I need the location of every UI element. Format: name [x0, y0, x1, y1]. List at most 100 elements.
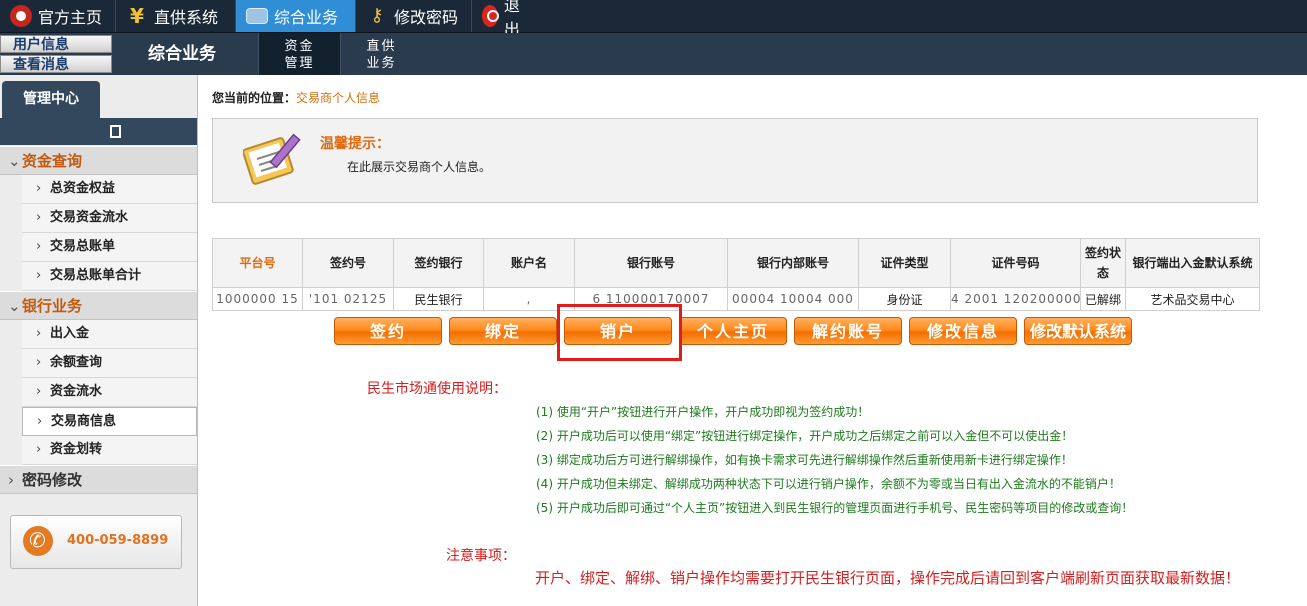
document-icon[interactable]	[110, 125, 121, 138]
breadcrumb-prefix: 您当前的位置：	[212, 91, 297, 105]
instructions-title: 民生市场通使用说明：	[367, 381, 507, 397]
personal-homepage-button[interactable]: 个人主页	[679, 317, 787, 345]
sidebar-item-label: 资金流水	[50, 384, 103, 399]
nav-comprehensive-business-label: 综合业务	[274, 8, 339, 27]
sidebar-header: 管理中心	[0, 75, 197, 118]
tip-title: 温馨提示：	[320, 136, 390, 152]
highlight-box	[557, 304, 682, 361]
bind-button[interactable]: 绑定	[449, 317, 557, 345]
chevron-down-icon: ⌄	[8, 152, 21, 170]
sidebar: 管理中心 ⌄资金查询 › 总资金权益 › 交易资金流水 › 交易总账单 › 交易总账单合…	[0, 75, 198, 606]
sidebar-item-label: 出入金	[50, 326, 90, 341]
table-row: 1000000 15 '101 02125 民生银行 , 6 110000170…	[212, 287, 1260, 311]
table-cell: 身份证	[858, 287, 951, 311]
cancel-contract-button[interactable]: 解约账号	[794, 317, 902, 345]
tip-text: 在此展示交易商个人信息。	[347, 160, 492, 174]
sidebar-item-label: 总资金权益	[50, 181, 116, 196]
hotline-number: 400-059-8899	[67, 533, 169, 548]
sidebar-group-password-change[interactable]: › 密码修改	[0, 465, 197, 494]
sidebar-item-trade-fund-flow[interactable]: › 交易资金流水	[22, 204, 197, 233]
tab-direct-supply-line2: 业务	[366, 56, 397, 71]
user-info-button[interactable]: 用户信息	[0, 35, 112, 53]
nav-official-home[interactable]: 官方主页	[0, 0, 116, 32]
sidebar-group-label: 密码修改	[22, 471, 83, 489]
sidebar-group-bank-business[interactable]: ⌄银行业务	[0, 291, 197, 320]
sidebar-group-label: 银行业务	[22, 297, 83, 315]
sidebar-group-fund-query[interactable]: ⌄资金查询	[0, 146, 197, 175]
chevron-right-icon: ›	[36, 268, 42, 283]
instruction-item: (1) 使用“开户”按钮进行开户操作，开户成功即视为签约成功！	[536, 405, 870, 419]
monitor-icon	[246, 8, 268, 24]
tab-fund-management-line1: 资金	[284, 39, 315, 54]
sidebar-item-label: 交易总账单合计	[50, 268, 142, 283]
column-header: 签约号	[302, 238, 394, 288]
column-header: 银行账号	[574, 238, 728, 288]
sidebar-toolbar	[0, 118, 197, 145]
table-cell: 已解绑	[1080, 287, 1126, 311]
chevron-right-icon: ›	[37, 414, 43, 429]
chevron-down-icon: ⌄	[8, 297, 21, 315]
sidebar-item-trader-info[interactable]: › 交易商信息	[22, 407, 197, 436]
sidebar-item-balance-query[interactable]: › 余额查询	[22, 349, 197, 378]
clipboard-pencil-icon	[243, 133, 301, 185]
table-cell: 00004 10004 000	[727, 287, 859, 311]
instruction-item: (4) 开户成功但未绑定、解绑成功两种状态下可以进行销户操作，余额不为零或当日有…	[536, 477, 1121, 491]
sidebar-item-deposit-withdraw[interactable]: › 出入金	[22, 320, 197, 349]
table-header-row: 平台号 签约号 签约银行 账户名 银行账号 银行内部账号 证件类型 证件号码 签…	[212, 238, 1260, 288]
section-title: 综合业务	[148, 44, 216, 64]
notice-title: 注意事项：	[446, 548, 516, 564]
sidebar-item-label: 交易总账单	[50, 239, 116, 254]
nav-direct-supply-label: 直供系统	[154, 8, 219, 27]
section-bar: 用户信息 查看消息 综合业务 资金 管理 直供 业务	[0, 33, 1307, 75]
column-header: 银行内部账号	[727, 238, 859, 288]
notice-text: 开户、绑定、解绑、销户操作均需要打开民生银行页面，操作完成后请回到客户端刷新页面…	[535, 569, 1241, 587]
table-cell: 1000000 15	[212, 287, 303, 311]
sidebar-item-fund-flow[interactable]: › 资金流水	[22, 378, 197, 407]
column-header: 证件类型	[858, 238, 951, 288]
column-header: 账户名	[483, 238, 575, 288]
chevron-right-icon: ›	[36, 384, 42, 399]
chevron-right-icon: ›	[36, 239, 42, 254]
column-header: 签约状态	[1080, 238, 1126, 288]
nav-change-password[interactable]: ⚷ 修改密码	[356, 0, 472, 32]
phone-icon	[23, 526, 53, 556]
table-cell: 民生银行	[393, 287, 484, 311]
nav-change-password-label: 修改密码	[394, 8, 459, 27]
chevron-right-icon: ›	[36, 181, 42, 196]
sign-button[interactable]: 签约	[334, 317, 442, 345]
table-cell: 艺术品交易中心	[1125, 287, 1260, 311]
home-logo-icon	[10, 5, 32, 27]
tip-box: 温馨提示： 在此展示交易商个人信息。	[212, 118, 1258, 203]
instruction-item: (5) 开户成功后即可通过“个人主页”按钮进入到民生银行的管理页面进行手机号、民…	[536, 501, 1134, 515]
nav-comprehensive-business[interactable]: 综合业务	[236, 0, 356, 32]
tab-direct-supply-business[interactable]: 直供 业务	[340, 33, 422, 75]
tab-management-center[interactable]: 管理中心	[2, 81, 100, 118]
breadcrumb-current: 交易商个人信息	[296, 91, 381, 105]
nav-official-home-label: 官方主页	[38, 8, 103, 27]
modify-info-button[interactable]: 修改信息	[909, 317, 1017, 345]
table-cell: 4 2001 120200000007	[950, 287, 1081, 311]
sidebar-item-trade-statement[interactable]: › 交易总账单	[22, 233, 197, 262]
tab-fund-management[interactable]: 资金 管理	[258, 33, 340, 75]
chevron-right-icon: ›	[36, 442, 42, 457]
view-messages-button[interactable]: 查看消息	[0, 55, 112, 73]
column-header: 签约银行	[393, 238, 484, 288]
sidebar-item-fund-transfer[interactable]: › 资金划转	[22, 436, 197, 465]
sidebar-item-trade-statement-total[interactable]: › 交易总账单合计	[22, 262, 197, 291]
sidebar-item-label: 余额查询	[50, 355, 103, 370]
sidebar-item-label: 交易资金流水	[50, 210, 129, 225]
sidebar-item-total-equity[interactable]: › 总资金权益	[22, 175, 197, 204]
tab-fund-management-line2: 管理	[284, 56, 315, 71]
instruction-item: (3) 绑定成功后方可进行解绑操作，如有换卡需求可先进行解绑操作然后重新使用新卡…	[536, 453, 1073, 467]
key-icon: ⚷	[370, 5, 384, 26]
instruction-item: (2) 开户成功后可以使用“绑定”按钮进行绑定操作，开户成功之后绑定之前可以入金…	[536, 429, 1074, 443]
nav-direct-supply-system[interactable]: ¥ 直供系统	[116, 0, 236, 32]
hotline-box: 400-059-8899	[10, 515, 182, 569]
sidebar-item-label: 资金划转	[50, 442, 103, 457]
sidebar-group-label: 资金查询	[22, 152, 83, 170]
trader-info-table: 平台号 签约号 签约银行 账户名 银行账号 银行内部账号 证件类型 证件号码 签…	[212, 238, 1260, 311]
nav-logout[interactable]: 退出	[472, 0, 582, 39]
yen-icon: ¥	[130, 4, 144, 28]
chevron-right-icon: ›	[8, 471, 14, 489]
modify-default-system-button[interactable]: 修改默认系统	[1024, 317, 1132, 345]
